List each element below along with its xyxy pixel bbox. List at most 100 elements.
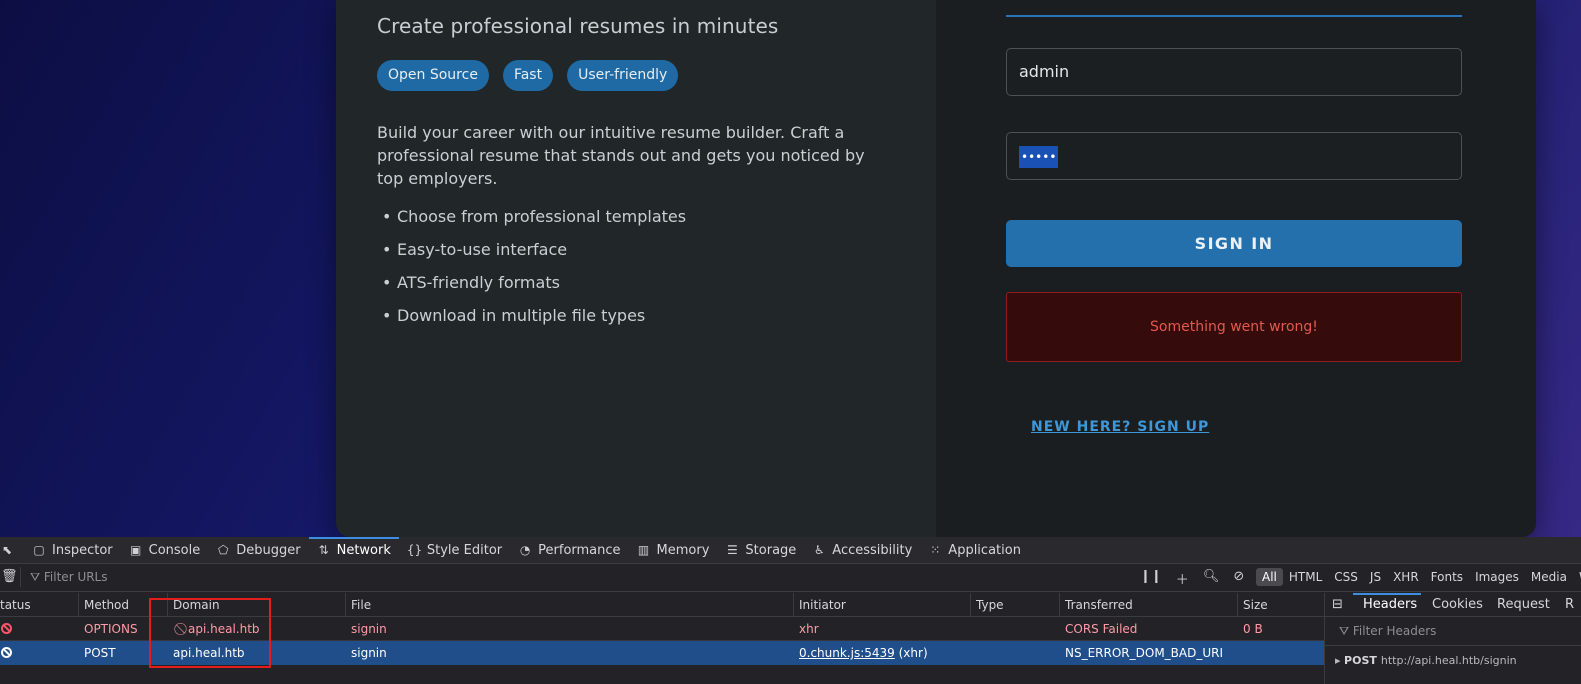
cell-file: signin [351, 646, 387, 660]
tab-label: Accessibility [832, 542, 913, 558]
trash-icon[interactable]: 🗑 [1, 569, 18, 584]
filter-images[interactable]: Images [1469, 568, 1525, 586]
request-method: POST [1344, 654, 1377, 667]
tag-fast: Fast [502, 60, 554, 91]
tab-label: Style Editor [426, 542, 503, 558]
feature-item: ATS-friendly formats [377, 270, 686, 303]
col-initiator[interactable]: Initiator [799, 598, 846, 612]
password-input[interactable]: ••••• [1006, 132, 1462, 180]
sign-up-link[interactable]: NEW HERE? SIGN UP [1031, 419, 1209, 435]
toggle-sidebar-icon[interactable]: ⊟ [1332, 597, 1343, 612]
filter-fonts[interactable]: Fonts [1425, 568, 1469, 586]
network-icon: ⇅ [318, 543, 329, 557]
active-tab-indicator [1353, 593, 1421, 595]
style-editor-icon: {} [406, 543, 423, 557]
feature-item: Easy-to-use interface [377, 237, 686, 270]
cell-size: 0 B [1243, 622, 1263, 636]
tab-label: Storage [745, 542, 797, 558]
tab-network[interactable]: ⇅ Network [308, 536, 400, 564]
tab-label: Performance [538, 542, 621, 558]
tab-memory[interactable]: ▥ Memory [629, 537, 718, 564]
filter-media[interactable]: Media [1525, 568, 1573, 586]
tab-label: Console [148, 542, 201, 558]
login-form-pane: admin ••••• SIGN IN Something went wrong… [936, 0, 1536, 537]
filter-xhr[interactable]: XHR [1387, 568, 1425, 586]
blocked-icon [1, 647, 12, 658]
panel-divider [1325, 645, 1581, 646]
performance-icon: ◔ [519, 543, 531, 557]
col-method[interactable]: Method [84, 598, 129, 612]
filter-js[interactable]: JS [1364, 568, 1387, 586]
tab-response[interactable]: R [1565, 597, 1574, 612]
cell-transferred: NS_ERROR_DOM_BAD_URI [1065, 646, 1224, 660]
pick-element-icon: ⬉ [1, 543, 13, 557]
feature-tags: Open Source Fast User-friendly [377, 60, 679, 91]
page-subtitle: Create professional resumes in minutes [377, 14, 779, 38]
error-alert: Something went wrong! [1006, 292, 1462, 362]
memory-icon: ▥ [637, 543, 650, 557]
filter-placeholder: Filter Headers [1352, 624, 1437, 638]
tab-performance[interactable]: ◔ Performance [510, 537, 628, 564]
tag-open-source: Open Source [377, 60, 489, 91]
cell-method: OPTIONS [84, 622, 138, 636]
search-icon[interactable]: 🔍︎ [1203, 569, 1220, 588]
accessibility-icon: ♿ [813, 543, 825, 557]
initiator-link[interactable]: 0.chunk.js:5439 [799, 646, 895, 660]
tab-application[interactable]: ⁙ Application [920, 537, 1029, 564]
filter-headers-input[interactable]: ⛛ Filter Headers [1339, 624, 1436, 639]
console-icon: ▣ [129, 543, 142, 557]
element-picker[interactable]: ⬉ [0, 537, 24, 564]
tab-label: Inspector [52, 542, 113, 558]
sign-in-button[interactable]: SIGN IN [1006, 220, 1462, 267]
tab-inspector[interactable]: ▢ Inspector [24, 537, 121, 564]
filter-ws[interactable]: WS [1573, 568, 1581, 586]
intro-text: Build your career with our intuitive res… [377, 123, 865, 188]
filter-html[interactable]: HTML [1283, 568, 1328, 586]
col-transferred[interactable]: Transferred [1065, 598, 1133, 612]
login-card: Create professional resumes in minutes O… [336, 0, 1536, 537]
cell-method: POST [84, 646, 116, 660]
tab-accessibility[interactable]: ♿ Accessibility [804, 537, 920, 564]
cell-file: signin [351, 622, 387, 636]
expand-arrow-icon: ▸ [1335, 654, 1345, 667]
col-file[interactable]: File [351, 598, 371, 612]
tab-storage[interactable]: ☰ Storage [717, 537, 804, 564]
devtools-tabbar: ⬉ ▢ Inspector ▣ Console ⬠ Debugger ⇅ Net… [0, 536, 1581, 564]
application-icon: ⁙ [930, 543, 941, 557]
tab-style-editor[interactable]: {} Style Editor [399, 537, 510, 564]
toolbar-divider [20, 567, 21, 587]
inspector-icon: ▢ [33, 543, 45, 557]
feature-list: Choose from professional templates Easy-… [377, 204, 686, 336]
tab-label: Memory [656, 542, 710, 558]
request-summary[interactable]: ▸ POST http://api.heal.htb/signin [1335, 654, 1517, 667]
col-size[interactable]: Size [1243, 598, 1268, 612]
tab-console[interactable]: ▣ Console [121, 537, 209, 564]
filter-all[interactable]: All [1256, 568, 1283, 586]
pause-icon[interactable]: ❙❙ [1140, 569, 1162, 588]
network-toolbar-icons: ❙❙ ＋ 🔍︎ ⊘ [1140, 569, 1244, 588]
initiator-suffix: (xhr) [898, 646, 928, 660]
cell-initiator: xhr [799, 622, 819, 636]
details-tabbar: ⊟ Headers Cookies Request R [1325, 593, 1581, 617]
block-requests-icon[interactable]: ⊘ [1233, 569, 1244, 588]
tab-label: Application [948, 542, 1021, 558]
password-mask: ••••• [1019, 145, 1059, 168]
col-type[interactable]: Type [976, 598, 1004, 612]
col-status[interactable]: tatus [0, 598, 31, 612]
tab-cookies[interactable]: Cookies [1432, 597, 1483, 612]
feature-item: Choose from professional templates [377, 204, 686, 237]
filter-icon: ⛛ [1339, 624, 1353, 638]
cell-initiator: 0.chunk.js:5439 (xhr) [799, 646, 928, 660]
marketing-pane: Create professional resumes in minutes O… [336, 0, 936, 537]
form-top-divider [1006, 15, 1462, 17]
tab-request[interactable]: Request [1497, 597, 1550, 612]
filter-icon: ⛛ [30, 570, 44, 584]
tab-headers[interactable]: Headers [1363, 597, 1417, 612]
filter-urls-input[interactable]: ⛛ Filter URLs [30, 570, 108, 585]
tab-debugger[interactable]: ⬠ Debugger [208, 537, 308, 564]
network-toolbar: 🗑 ⛛ Filter URLs ❙❙ ＋ 🔍︎ ⊘ All HTML CSS J… [0, 565, 1581, 592]
blocked-icon [1, 623, 12, 634]
username-input[interactable]: admin [1006, 48, 1462, 96]
filter-css[interactable]: CSS [1328, 568, 1364, 586]
add-icon[interactable]: ＋ [1176, 569, 1189, 588]
